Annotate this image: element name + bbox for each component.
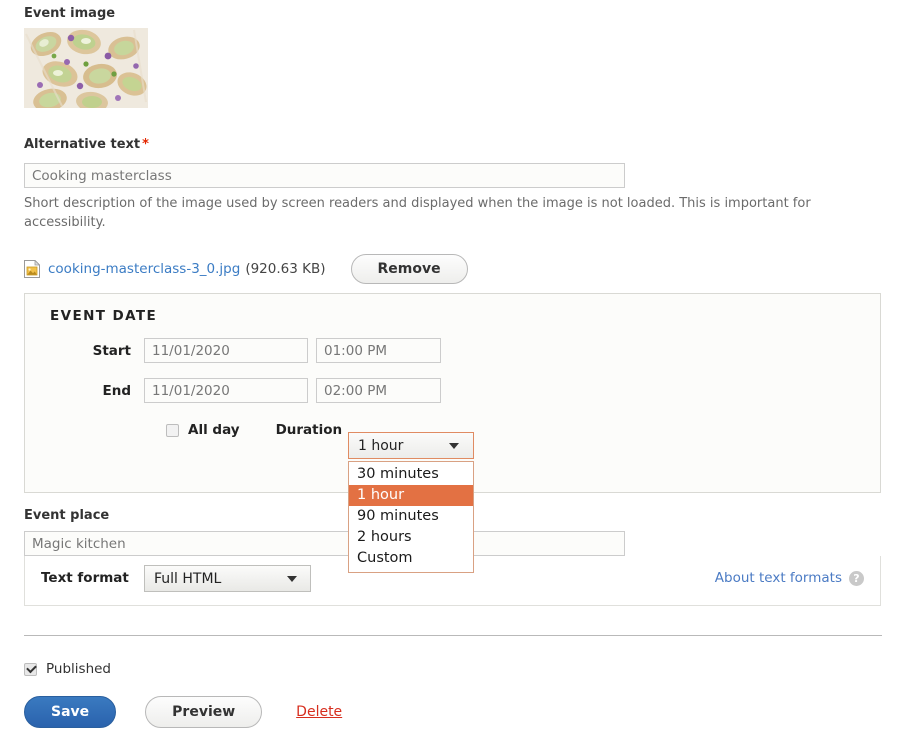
event-place-input[interactable]	[24, 531, 625, 556]
delete-link[interactable]: Delete	[296, 704, 342, 720]
event-start-label: Start	[92, 342, 131, 359]
event-end-label: End	[102, 382, 132, 399]
all-day-label: All day	[188, 422, 240, 438]
text-format-value: Full HTML	[154, 570, 222, 587]
about-text-formats-link[interactable]: About text formats	[715, 570, 842, 586]
required-asterisk: *	[142, 137, 149, 152]
text-format-label: Text format	[41, 570, 129, 586]
alternative-text-description: Short description of the image used by s…	[24, 196, 811, 230]
preview-button[interactable]: Preview	[145, 696, 263, 728]
image-file-icon	[24, 259, 41, 278]
event-image-thumbnail	[24, 28, 148, 108]
save-button[interactable]: Save	[24, 696, 117, 728]
alternative-text-label-text: Alternative text	[24, 137, 141, 152]
published-checkbox[interactable]	[24, 662, 37, 676]
all-day-checkbox[interactable]	[166, 423, 179, 437]
alternative-text-label: Alternative text *	[24, 137, 149, 152]
duration-select[interactable]: 1 hour	[348, 432, 474, 459]
all-day-duration-row: All day Duration	[25, 422, 342, 438]
event-end-time-input[interactable]	[316, 378, 441, 403]
event-place-label: Event place	[24, 508, 110, 523]
duration-option[interactable]: 90 minutes	[349, 506, 473, 527]
event-end-row: End	[25, 378, 441, 403]
duration-option[interactable]: Custom	[349, 548, 473, 569]
event-end-date-input[interactable]	[144, 378, 308, 403]
event-image-label: Event image	[24, 6, 116, 21]
uploaded-file-row: cooking-masterclass-3_0.jpg (920.63 KB) …	[24, 253, 468, 285]
chevron-down-icon	[287, 575, 297, 582]
event-start-time-input[interactable]	[316, 338, 441, 363]
chevron-down-icon	[449, 442, 459, 449]
duration-option[interactable]: 2 hours	[349, 527, 473, 548]
duration-option[interactable]: 30 minutes	[349, 464, 473, 485]
uploaded-file-size: (920.63 KB)	[245, 261, 326, 277]
form-actions: Save Preview Delete	[24, 696, 342, 728]
published-row: Published	[24, 661, 111, 677]
duration-options-list[interactable]: 30 minutes 1 hour 90 minutes 2 hours Cus…	[348, 461, 474, 573]
duration-option-selected[interactable]: 1 hour	[349, 485, 473, 506]
remove-file-button[interactable]: Remove	[350, 254, 468, 284]
event-date-legend: EVENT DATE	[50, 308, 158, 324]
duration-select-value: 1 hour	[358, 437, 404, 454]
alternative-text-input[interactable]	[24, 163, 625, 188]
text-format-select[interactable]: Full HTML	[144, 565, 311, 592]
duration-label: Duration	[275, 422, 343, 438]
about-text-formats-row: About text formats ?	[715, 570, 864, 586]
published-label: Published	[46, 661, 111, 677]
event-start-row: Start	[25, 338, 441, 363]
question-mark-icon[interactable]: ?	[849, 570, 864, 586]
event-start-date-input[interactable]	[144, 338, 308, 363]
section-divider	[24, 635, 882, 636]
uploaded-file-link[interactable]: cooking-masterclass-3_0.jpg	[48, 261, 240, 277]
